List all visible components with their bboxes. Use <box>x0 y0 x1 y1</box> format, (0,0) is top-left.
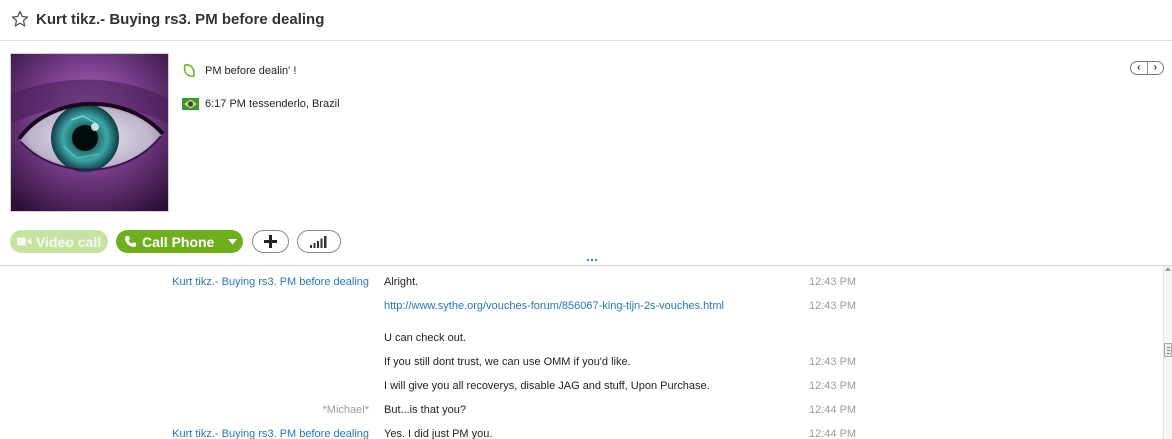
message-sender[interactable]: *Michael* <box>323 404 369 416</box>
profile-pager: ‹ › <box>1130 61 1164 75</box>
message-sender[interactable]: Kurt tikz.- Buying rs3. PM before dealin… <box>172 276 369 288</box>
chat-message: Kurt tikz.- Buying rs3. PM before dealin… <box>0 428 1163 439</box>
message-text: If you still dont trust, we can use OMM … <box>384 356 631 368</box>
chevron-left-icon[interactable]: ‹ <box>1131 62 1147 74</box>
video-call-label: Video call <box>36 233 102 250</box>
message-sender[interactable]: Kurt tikz.- Buying rs3. PM before dealin… <box>172 428 369 439</box>
local-time-location: 6:17 PM tessenderlo, Brazil <box>205 98 340 110</box>
chat-message: Kurt tikz.- Buying rs3. PM before dealin… <box>0 276 1163 292</box>
conversation-header: Kurt tikz.- Buying rs3. PM before dealin… <box>0 0 1172 41</box>
chat-message: I will give you all recoverys, disable J… <box>0 380 1163 396</box>
call-quality-button[interactable] <box>297 230 341 253</box>
message-time: 12:43 PM <box>809 380 857 392</box>
call-phone-button[interactable]: Call Phone <box>116 230 221 253</box>
pane-resize-handle[interactable] <box>587 257 599 263</box>
call-phone-label: Call Phone <box>142 233 215 250</box>
signal-bars-icon <box>310 235 327 248</box>
contact-title: Kurt tikz.- Buying rs3. PM before dealin… <box>36 11 325 28</box>
chat-scrollbar[interactable] <box>1163 266 1172 439</box>
message-time: 12:43 PM <box>809 300 857 312</box>
message-time: 12:44 PM <box>809 428 857 439</box>
favorite-star-icon[interactable] <box>11 10 29 28</box>
call-options-dropdown[interactable] <box>221 230 243 253</box>
contact-avatar[interactable] <box>10 53 169 212</box>
mood-message: PM before dealin' ! <box>205 65 297 77</box>
avatar-eye-image <box>11 54 168 211</box>
chevron-right-icon[interactable]: › <box>1146 62 1164 74</box>
chat-message: http://www.sythe.org/vouches-forum/85606… <box>0 300 1163 316</box>
message-text: I will give you all recoverys, disable J… <box>384 380 710 392</box>
message-text: Alright. <box>384 276 419 288</box>
scroll-thumb[interactable] <box>1164 343 1172 357</box>
message-link[interactable]: http://www.sythe.org/vouches-forum/85606… <box>384 300 724 312</box>
video-camera-icon <box>17 237 32 246</box>
call-phone-button-group: Call Phone <box>116 230 243 253</box>
scroll-up-arrow-icon[interactable] <box>1165 267 1171 271</box>
message-time: 12:43 PM <box>809 356 857 368</box>
chat-message: If you still dont trust, we can use OMM … <box>0 356 1163 372</box>
message-time: 12:43 PM <box>809 276 857 288</box>
caret-down-icon <box>227 238 237 244</box>
phone-icon <box>125 236 136 247</box>
skype-chat-window: Kurt tikz.- Buying rs3. PM before dealin… <box>0 0 1172 439</box>
message-time: 12:44 PM <box>809 404 857 416</box>
video-call-button[interactable]: Video call <box>10 230 108 253</box>
message-text: Yes. I did just PM you. <box>384 428 493 439</box>
brazil-flag-icon <box>182 98 199 110</box>
chat-message: U can check out. <box>0 332 1163 348</box>
chat-message: *Michael* But...is that you? 12:44 PM <box>0 404 1163 420</box>
message-text: U can check out. <box>384 332 466 344</box>
plus-icon <box>264 235 277 248</box>
message-text: But...is that you? <box>384 404 466 416</box>
add-people-button[interactable] <box>252 230 289 253</box>
mood-leaf-icon <box>183 64 195 77</box>
chat-history: Kurt tikz.- Buying rs3. PM before dealin… <box>0 266 1163 439</box>
